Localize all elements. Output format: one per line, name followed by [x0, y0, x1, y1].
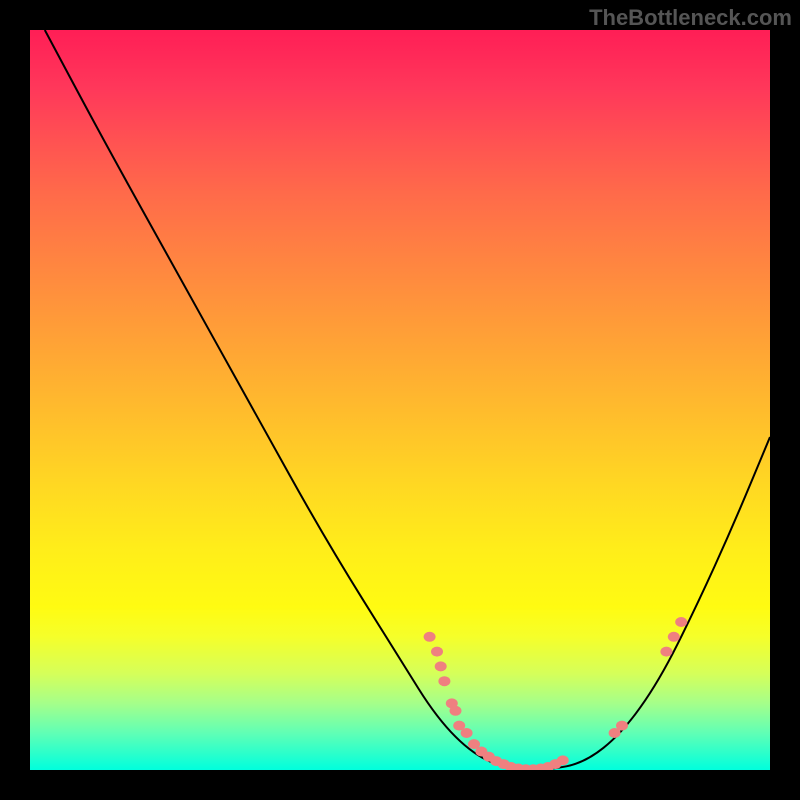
chart-container: TheBottleneck.com — [0, 0, 800, 800]
data-marker — [668, 632, 680, 642]
data-marker — [461, 728, 473, 738]
data-marker — [450, 706, 462, 716]
data-marker — [431, 647, 443, 657]
data-marker — [557, 755, 569, 765]
curve-line — [45, 30, 770, 770]
data-marker — [675, 617, 687, 627]
plot-area — [30, 30, 770, 770]
curve-svg — [30, 30, 770, 770]
bottleneck-curve — [45, 30, 770, 770]
data-markers — [424, 617, 688, 770]
data-marker — [435, 661, 447, 671]
data-marker — [616, 721, 628, 731]
data-marker — [660, 647, 672, 657]
data-marker — [424, 632, 436, 642]
data-marker — [438, 676, 450, 686]
watermark-text: TheBottleneck.com — [589, 5, 792, 31]
